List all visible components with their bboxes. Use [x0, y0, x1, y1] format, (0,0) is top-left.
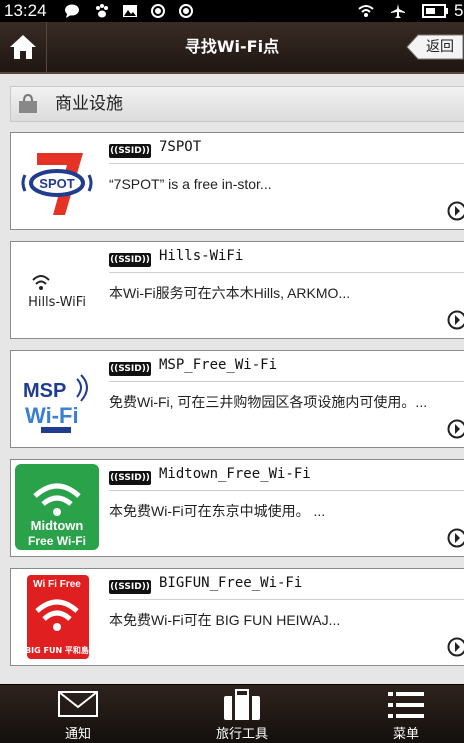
wifi-spot-card-bigfun[interactable]: Wi Fi Free BIG FUN 平和島 ((SSID)) BIGFUN_F… — [10, 568, 464, 666]
spot-description: “7SPOT” is a free in-stor... — [109, 173, 429, 195]
bigfun-wifi-logo-icon: Wi Fi Free BIG FUN 平和島 — [13, 571, 101, 661]
ssid-badge: ((SSID)) — [109, 580, 151, 594]
tab-menu[interactable]: 菜单 — [356, 685, 456, 743]
status-bar: 13:24 5 — [0, 0, 464, 22]
ssid-badge: ((SSID)) — [109, 362, 151, 376]
sync-icon-2 — [178, 3, 194, 19]
wifi-spot-card-msp[interactable]: MSP Wi-Fi ((SSID)) MSP_Free_Wi-Fi 免费Wi-F… — [10, 350, 464, 448]
7spot-logo-icon: SPOT — [13, 135, 101, 225]
divider — [109, 599, 464, 600]
svg-text:Wi-Fi: Wi-Fi — [25, 403, 79, 428]
hills-wifi-logo-icon: Hills-WiFi — [13, 244, 101, 334]
back-button[interactable]: 返回 — [406, 34, 464, 60]
tab-label: 菜单 — [356, 723, 456, 742]
ssid-name: MSP_Free_Wi-Fi — [159, 357, 277, 373]
ssid-name: Midtown_Free_Wi-Fi — [159, 466, 311, 482]
svg-text:BIG FUN 平和島: BIG FUN 平和島 — [25, 645, 89, 655]
battery-icon — [422, 3, 450, 19]
chevron-right-circle-icon[interactable] — [447, 310, 464, 330]
ssid-name: BIGFUN_Free_Wi-Fi — [159, 575, 302, 591]
hills-logo-text: Hills-WiFi — [28, 295, 86, 310]
svg-text:Wi Fi Free: Wi Fi Free — [33, 579, 81, 590]
spot-description: 本Wi-Fi服务可在六本木Hills, ARKMO... — [109, 282, 429, 304]
sync-icon — [150, 3, 166, 19]
wifi-spot-card-hills[interactable]: Hills-WiFi ((SSID)) Hills-WiFi 本Wi-Fi服务可… — [10, 241, 464, 339]
page-title: 寻找Wi-Fi点 — [0, 22, 464, 72]
ssid-name: Hills-WiFi — [159, 248, 243, 264]
tab-travel-tools[interactable]: 旅行工具 — [192, 685, 292, 743]
content-area: 商业设施 SPOT ((SSID)) 7SPOT “7SPOT” is a fr… — [0, 74, 464, 684]
bottom-tab-bar: 通知 旅行工具 菜单 — [0, 684, 464, 743]
ssid-badge: ((SSID)) — [109, 253, 151, 267]
wifi-signal-icon — [358, 3, 374, 19]
7spot-logo-text: SPOT — [39, 176, 74, 191]
divider — [109, 490, 464, 491]
tab-notifications[interactable]: 通知 — [28, 685, 128, 743]
menu-list-icon — [386, 689, 426, 721]
ssid-badge: ((SSID)) — [109, 144, 151, 158]
divider — [109, 381, 464, 382]
spot-description: 免费Wi-Fi, 可在三井购物园区各项设施内可使用。... — [109, 391, 429, 413]
msp-wifi-logo-icon: MSP Wi-Fi — [13, 353, 101, 443]
back-button-label: 返回 — [426, 34, 454, 60]
status-time: 13:24 — [4, 0, 47, 22]
ssid-badge: ((SSID)) — [109, 471, 151, 485]
wifi-spot-card-7spot[interactable]: SPOT ((SSID)) 7SPOT “7SPOT” is a free in… — [10, 132, 464, 230]
divider — [109, 163, 464, 164]
spot-description: 本免费Wi-Fi可在 BIG FUN HEIWAJ... — [109, 609, 429, 631]
suitcase-icon — [222, 689, 262, 721]
ssid-name: 7SPOT — [159, 139, 201, 155]
envelope-icon — [57, 689, 99, 719]
midtown-wifi-logo-icon: Midtown Free Wi-Fi — [13, 462, 101, 552]
tab-label: 旅行工具 — [192, 723, 292, 742]
section-header: 商业设施 — [10, 86, 464, 122]
svg-text:Free Wi-Fi: Free Wi-Fi — [28, 534, 86, 548]
wifi-spot-card-midtown[interactable]: Midtown Free Wi-Fi ((SSID)) Midtown_Free… — [10, 459, 464, 557]
airplane-icon — [390, 3, 406, 19]
chevron-right-circle-icon[interactable] — [447, 528, 464, 548]
svg-text:Midtown: Midtown — [31, 518, 84, 533]
paw-icon — [94, 3, 110, 19]
battery-text: 5 — [454, 0, 463, 22]
image-icon — [122, 3, 138, 19]
svg-text:MSP: MSP — [23, 380, 66, 402]
chat-icon — [64, 3, 80, 19]
spot-description: 本免费Wi-Fi可在东京中城使用。 ... — [109, 500, 429, 522]
divider — [109, 272, 464, 273]
section-label: 商业设施 — [55, 87, 123, 121]
chevron-right-circle-icon[interactable] — [447, 419, 464, 439]
chevron-right-circle-icon[interactable] — [447, 201, 464, 221]
tab-label: 通知 — [28, 723, 128, 742]
chevron-right-circle-icon[interactable] — [447, 637, 464, 657]
app-header: 寻找Wi-Fi点 返回 — [0, 22, 464, 74]
shopping-bag-icon — [17, 94, 39, 114]
